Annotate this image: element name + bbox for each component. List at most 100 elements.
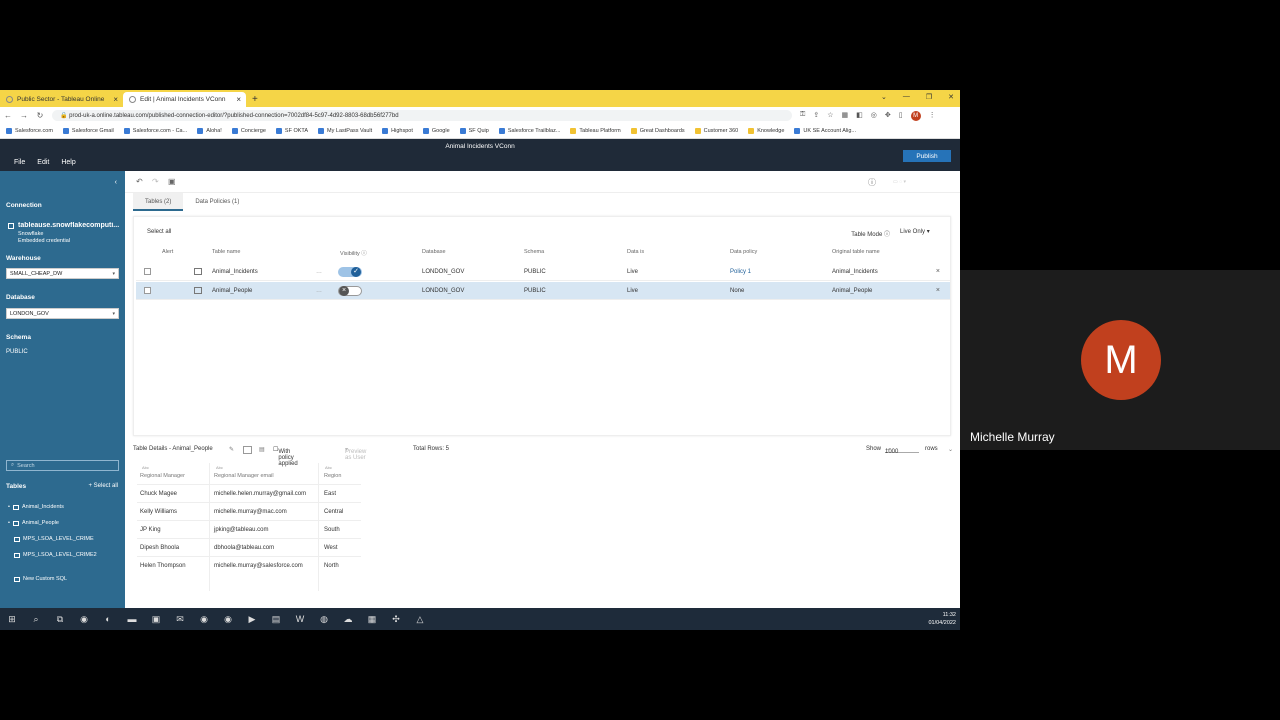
tableau-icon[interactable]: ✣ [384,614,408,625]
puzzle-icon[interactable]: ✥ [885,111,891,121]
bookmark[interactable]: Salesforce Gmail [62,128,114,134]
bookmark[interactable]: Highspot [382,128,413,134]
schema-value[interactable]: PUBLIC [6,349,28,355]
extension-icon[interactable]: ▦ [841,111,848,121]
select-all-tables[interactable]: + Select all [88,483,118,489]
chrome-icon[interactable]: ◉ [192,614,216,625]
table-search-input[interactable]: ⌕ Search [6,460,119,471]
bookmark-folder[interactable]: Great Dashboards [630,128,685,134]
tab-data-policies[interactable]: Data Policies (1) [183,193,251,211]
star-icon[interactable]: ☆ [827,111,833,121]
bookmark[interactable]: My LastPass Vault [318,128,372,134]
close-window-icon[interactable]: ✕ [948,93,954,101]
publish-button[interactable]: Publish [903,150,951,162]
save-icon[interactable]: ▣ [168,177,176,186]
bookmark-folder[interactable]: Customer 360 [694,128,738,134]
browser-tab[interactable]: Public Sector - Tableau Online × [0,92,123,107]
restore-icon[interactable]: ❐ [926,93,932,101]
table-row[interactable]: Animal_Incidents … LONDON_GOV PUBLIC Liv… [136,263,950,281]
sidebar-table-item[interactable]: • Animal_People [8,520,59,526]
data-column-header[interactable]: Regional Manager email [214,473,274,479]
expand-icon[interactable]: ⌄ [948,446,953,453]
tab-tables[interactable]: Tables (2) [133,193,184,211]
mail-icon[interactable]: ✉ [168,614,192,625]
sidebar-table-item[interactable]: • Animal_Incidents [8,504,64,510]
visibility-toggle[interactable] [338,286,362,296]
tab-search-icon[interactable]: ⌄ [881,93,887,101]
close-tab-icon[interactable]: × [113,95,118,104]
data-policy-link[interactable]: Policy 1 [730,269,751,275]
data-column-header[interactable]: Regional Manager [140,473,185,479]
bookmark[interactable]: Salesforce Trailblaz... [498,128,560,134]
table-row-selected[interactable]: Animal_People … LONDON_GOV PUBLIC Live N… [136,282,950,300]
reload-icon[interactable]: ↻ [32,111,48,120]
extension-icon[interactable]: ◧ [856,111,863,121]
system-clock[interactable]: 11:32 01/04/2022 [928,611,956,627]
bookmark-folder[interactable]: Knowledge [748,128,784,134]
bookmark-folder[interactable]: Tableau Platform [570,128,621,134]
warehouse-select[interactable]: SMALL_CHEAP_DW ▾ [6,268,119,279]
extension-icon[interactable]: ◎ [871,111,877,121]
row-checkbox[interactable] [144,268,151,275]
bookmark[interactable]: SF OKTA [275,128,308,134]
bookmark[interactable]: SF Quip [459,128,489,134]
drive-icon[interactable]: △ [408,614,432,625]
search-icon[interactable]: ⌕ [24,614,48,625]
bookmark[interactable]: UK SE Account Alig... [794,128,856,134]
row-count-input[interactable]: 1000 → [885,446,919,455]
notes-icon[interactable]: ▤ [264,614,288,625]
with-policy-checkbox[interactable]: ☐ With policy applied [273,446,298,467]
table-mode-select[interactable]: Live Only ▾ [900,226,942,237]
new-custom-sql[interactable]: New Custom SQL [14,576,67,582]
windows-start-icon[interactable]: ⊞ [0,614,24,625]
share-icon[interactable]: ⇪ [813,111,819,121]
app-icon[interactable]: ▦ [360,614,384,625]
word-icon[interactable]: W [288,614,312,624]
select-all-link[interactable]: Select all [147,229,171,235]
key-icon[interactable]: ⚿ [800,111,805,121]
bookmark[interactable]: Google [422,128,450,134]
close-tab-icon[interactable]: × [236,95,241,104]
connection-name[interactable]: tableause.snowflakecomputi... [18,222,123,229]
preview-as-user-select[interactable]: Preview as User ▾ [345,446,366,461]
forward-icon[interactable]: → [16,111,32,120]
redo-icon[interactable]: ↷ [152,177,159,186]
sidebar-icon[interactable]: ▯ [899,111,903,121]
bookmark[interactable]: Salesforce.com [6,128,53,134]
cloud-icon[interactable]: ☁ [336,614,360,625]
sidebar-table-item[interactable]: MPS_LSOA_LEVEL_CRIME [14,536,94,542]
url-field[interactable]: 🔒 prod-uk-a.online.tableau.com/published… [52,110,792,121]
visibility-toggle[interactable] [338,267,362,277]
globe-icon[interactable]: ◍ [312,614,336,625]
new-tab-icon[interactable]: + [246,92,264,107]
sidebar-table-item[interactable]: MPS_LSOA_LEVEL_CRIME2 [14,552,97,558]
powerpoint-icon[interactable]: ▶ [240,614,264,625]
collapse-panel-icon[interactable]: ‹ [115,179,117,186]
back-icon[interactable]: ← [0,111,16,120]
store-icon[interactable]: ▣ [144,614,168,625]
minimize-icon[interactable]: — [903,93,910,101]
menu-help[interactable]: Help [61,159,75,166]
edit-icon[interactable]: ✎ [229,446,234,453]
menu-file[interactable]: File [14,159,25,166]
chrome-active-icon[interactable]: ◉ [216,614,240,625]
remove-table-icon[interactable]: × [936,287,940,294]
row-checkbox[interactable] [144,287,151,294]
grid-view-icon[interactable] [243,446,252,454]
file-explorer-icon[interactable]: ▬ [120,614,144,624]
edge-icon[interactable]: ◐ [96,614,120,624]
row-menu-icon[interactable]: … [316,269,322,275]
profile-avatar[interactable]: M [910,110,921,121]
undo-icon[interactable]: ↶ [136,177,143,186]
chrome-icon[interactable]: ◉ [72,614,96,625]
table-view-icon[interactable]: ▤ [259,446,265,453]
task-view-icon[interactable]: ⧉ [48,614,72,625]
row-menu-icon[interactable]: … [316,288,322,294]
help-icon[interactable]: ⓘ [868,177,876,188]
remove-table-icon[interactable]: × [936,268,940,275]
menu-edit[interactable]: Edit [37,159,49,166]
bookmark[interactable]: Salesforce.com - Ca... [123,128,187,134]
more-icon[interactable]: ⋮ [929,111,936,121]
data-column-header[interactable]: Region [324,473,341,479]
browser-tab-active[interactable]: Edit | Animal Incidents VConn × [123,92,246,107]
